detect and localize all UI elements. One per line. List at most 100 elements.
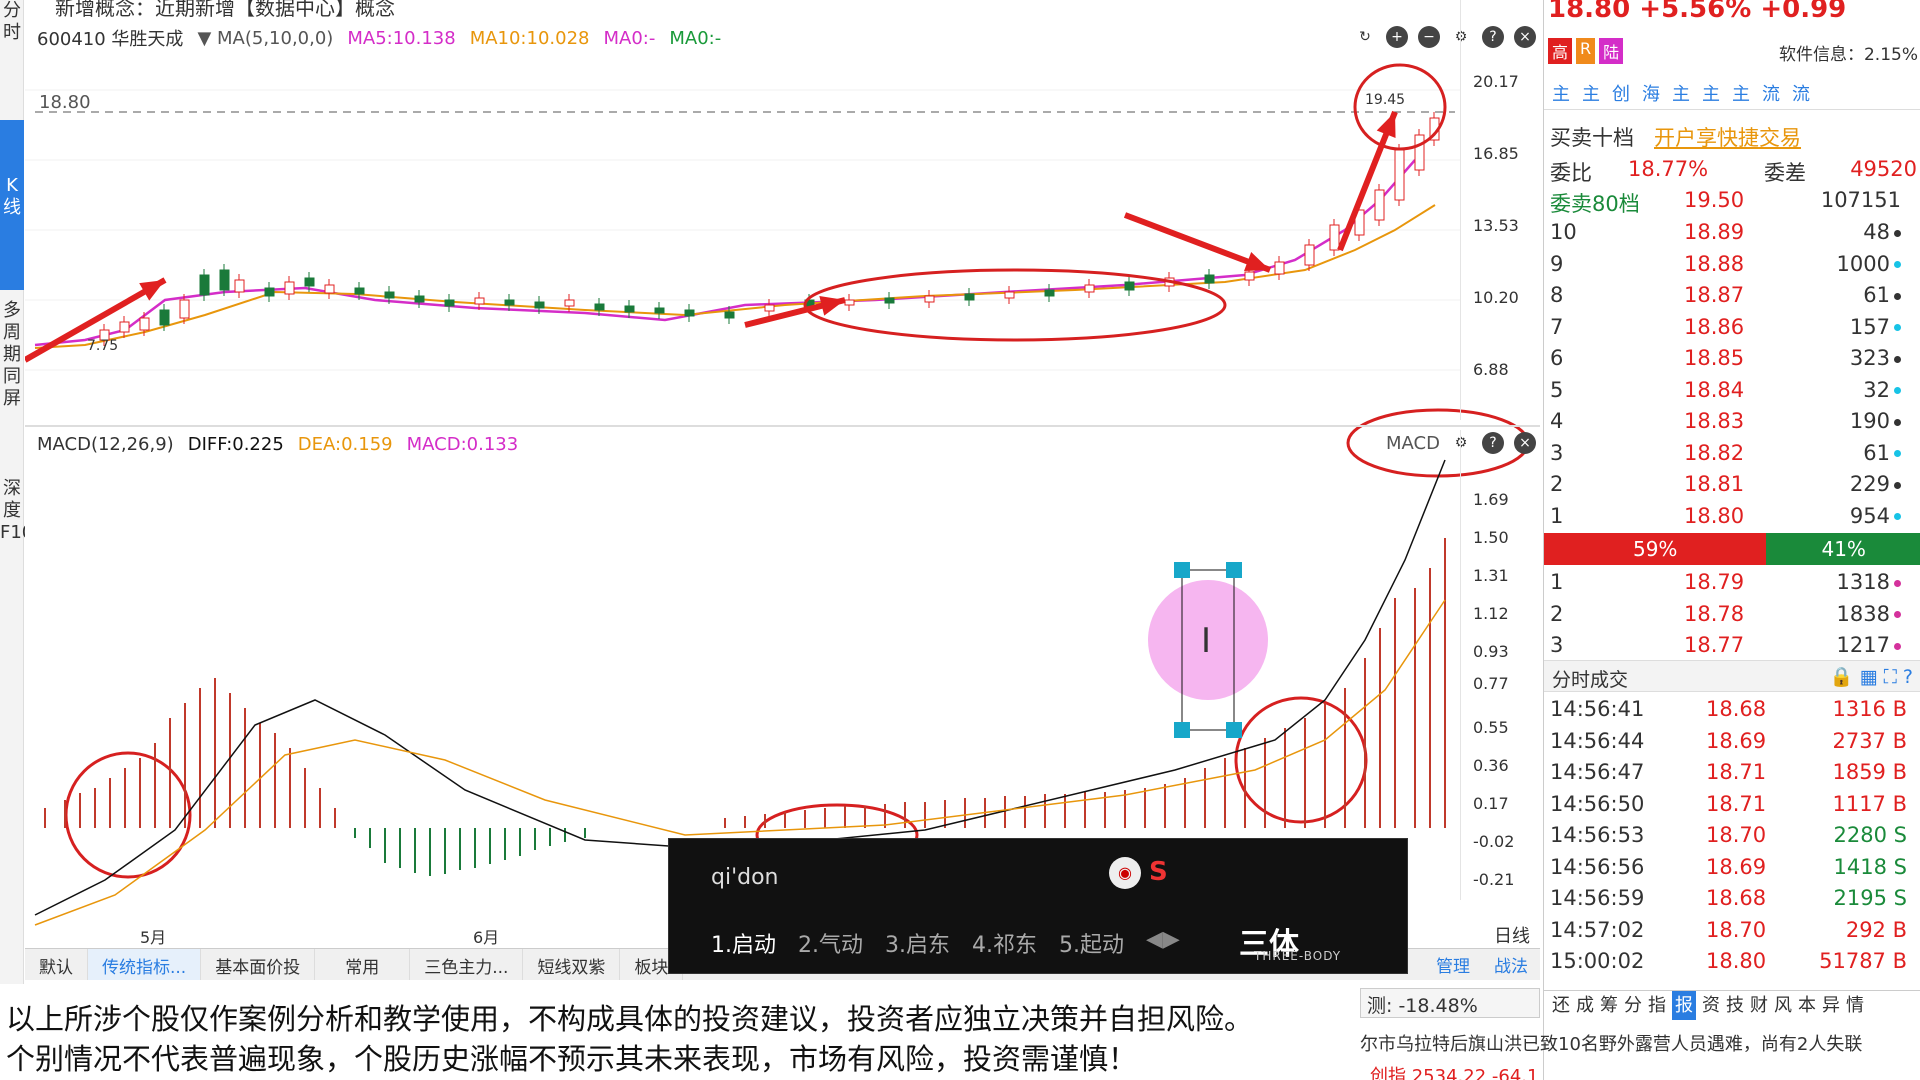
quote-tab[interactable]: 主: [1552, 80, 1570, 109]
ask-row[interactable]: 1 18.80 954: [1544, 502, 1920, 533]
ask-level: 6: [1550, 346, 1564, 370]
open-account-link[interactable]: 开户享快捷交易: [1654, 122, 1801, 152]
tab-intraday[interactable]: 分时: [0, 0, 24, 56]
ask-volume: 61: [1863, 283, 1901, 307]
tick-price: 18.80: [1706, 949, 1767, 973]
resize-handle-icon[interactable]: [1226, 562, 1242, 578]
quote-tab[interactable]: 海: [1642, 80, 1660, 109]
macd-tick: 0.77: [1473, 674, 1509, 693]
ask-row[interactable]: 10 18.89 48: [1544, 218, 1920, 249]
ticks-tools-icon[interactable]: 🔒 ▦ ⛶ ?: [1830, 665, 1913, 688]
kline-chart[interactable]: 18.80 19.45 7.75 I: [25, 0, 1540, 950]
volume-dot-icon: [1894, 642, 1901, 650]
bid-level: 2: [1550, 601, 1564, 626]
tick-price: 18.68: [1706, 697, 1767, 721]
badge-high[interactable]: 高: [1548, 38, 1573, 64]
ask-volume: 229: [1850, 472, 1901, 496]
tab-default[interactable]: 默认: [25, 949, 88, 980]
ma0-value-a: MA0:-: [603, 27, 656, 49]
quote-bottom-tab[interactable]: 本: [1798, 991, 1816, 1020]
ask-row[interactable]: 7 18.86 157: [1544, 313, 1920, 344]
bid-row[interactable]: 3 18.77 1217: [1544, 631, 1920, 662]
quote-tab[interactable]: 主: [1672, 80, 1690, 109]
ime-candidates: 1.启动 2.气动 3.启东 4.祁东 5.起动 ◀▶: [711, 927, 1180, 959]
tab-traditional[interactable]: 传统指标...: [88, 949, 202, 980]
ime-page-arrows-icon[interactable]: ◀▶: [1146, 927, 1180, 959]
candle: [384, 291, 395, 299]
ime-candidate[interactable]: 4.祁东: [972, 927, 1037, 959]
tick-price: 18.71: [1706, 791, 1767, 816]
quote-bottom-tab[interactable]: 情: [1846, 991, 1864, 1020]
quote-bottom-tab[interactable]: 筹: [1600, 991, 1618, 1020]
ask-row[interactable]: 9 18.88 1000: [1544, 250, 1920, 281]
ask-level: 1: [1550, 503, 1564, 528]
ime-logo-icon[interactable]: ◉: [1109, 857, 1141, 889]
tick-volume: 2737 B: [1832, 728, 1907, 753]
ime-candidate[interactable]: 5.起动: [1059, 927, 1124, 959]
ask-row[interactable]: 3 18.82 61: [1544, 439, 1920, 470]
quote-bottom-tab[interactable]: 财: [1750, 991, 1768, 1020]
quote-tab[interactable]: 流: [1792, 80, 1810, 109]
tab-f10[interactable]: 深度F10: [0, 478, 33, 618]
ask-row[interactable]: 4 18.83 190: [1544, 407, 1920, 438]
zoom-in-icon[interactable]: +: [1386, 26, 1408, 48]
bid-price: 18.77: [1684, 633, 1745, 657]
quote-bottom-tab[interactable]: 还: [1552, 991, 1570, 1020]
quote-tab[interactable]: 主: [1702, 80, 1720, 109]
bid-row[interactable]: 2 18.78 1838: [1544, 600, 1920, 631]
period-label[interactable]: 日线: [1494, 922, 1530, 948]
candle: [1244, 271, 1255, 281]
ime-candidate-window: qi'don ◉ S 1.启动 2.气动 3.启东 4.祁东 5.起动 ◀▶ 三…: [668, 838, 1408, 974]
quote-tab[interactable]: 主: [1732, 80, 1750, 109]
ma-selector[interactable]: ▼ MA(5,10,0,0): [197, 28, 333, 49]
quote-bottom-tab[interactable]: 异: [1822, 991, 1840, 1020]
bid-row[interactable]: 1 18.79 1318: [1544, 568, 1920, 599]
tab-common[interactable]: 常用: [315, 949, 411, 980]
tick-row: 14:56:44 18.69 2737 B: [1544, 727, 1920, 759]
ask-row[interactable]: 2 18.81 229: [1544, 470, 1920, 501]
indicator-right-tabs: 管理 战法: [1424, 948, 1540, 980]
ime-candidate[interactable]: 1.启动: [711, 927, 776, 959]
candle: [1044, 289, 1055, 297]
ask-row[interactable]: 6 18.85 323: [1544, 344, 1920, 375]
refresh-icon[interactable]: ↻: [1354, 26, 1376, 48]
quote-tab[interactable]: 创: [1612, 80, 1630, 109]
indicator-info-bar: 600410 华胜天成 ▼ MA(5,10,0,0) MA5:10.138 MA…: [37, 24, 721, 52]
quote-tab[interactable]: 主: [1582, 80, 1600, 109]
quote-bottom-tab[interactable]: 资: [1702, 991, 1720, 1020]
resize-handle-icon[interactable]: [1226, 722, 1242, 738]
quote-bottom-tab[interactable]: 指: [1648, 991, 1666, 1020]
quote-bottom-tab[interactable]: 报: [1672, 991, 1696, 1020]
tab-multi-period[interactable]: 多周期同屏: [0, 300, 24, 440]
tab-kline[interactable]: K线: [0, 120, 24, 290]
tick-time: 14:56:41: [1550, 697, 1645, 721]
tab-three-color[interactable]: 三色主力...: [410, 949, 524, 980]
quote-bottom-tab[interactable]: 技: [1726, 991, 1744, 1020]
ime-candidate[interactable]: 2.气动: [798, 927, 863, 959]
buy-ratio: 59%: [1544, 533, 1767, 565]
macd-axis: 1.69 1.50 1.31 1.12 0.93 0.77 0.55 0.36 …: [1460, 430, 1540, 900]
tick-time: 14:56:53: [1550, 823, 1645, 847]
resize-handle-icon[interactable]: [1174, 722, 1190, 738]
month-label: 5月: [140, 928, 167, 947]
tab-double-purple[interactable]: 短线双紫: [523, 949, 621, 980]
sogou-icon[interactable]: S: [1149, 857, 1168, 887]
tab-fundamental[interactable]: 基本面价投: [201, 949, 316, 980]
ask-row[interactable]: 5 18.84 32: [1544, 376, 1920, 407]
tick-time: 14:56:56: [1550, 854, 1645, 879]
quote-bottom-tab[interactable]: 分: [1624, 991, 1642, 1020]
ask-row[interactable]: 8 18.87 61: [1544, 281, 1920, 312]
badge-lu[interactable]: 陆: [1599, 38, 1624, 64]
tick-row: 14:56:53 18.70 2280 S: [1544, 821, 1920, 853]
macd-tick: -0.02: [1473, 832, 1515, 851]
dea-value: DEA:0.159: [297, 433, 393, 455]
quote-bottom-tab[interactable]: 风: [1774, 991, 1792, 1020]
quote-bottom-tab[interactable]: 成: [1576, 991, 1594, 1020]
strategy-button[interactable]: 战法: [1482, 948, 1540, 980]
resize-handle-icon[interactable]: [1174, 562, 1190, 578]
badge-r[interactable]: R: [1576, 38, 1596, 64]
quote-tab[interactable]: 流: [1762, 80, 1780, 109]
zoom-out-icon[interactable]: −: [1418, 26, 1440, 48]
manage-button[interactable]: 管理: [1424, 948, 1482, 980]
ime-candidate[interactable]: 3.启东: [885, 927, 950, 959]
